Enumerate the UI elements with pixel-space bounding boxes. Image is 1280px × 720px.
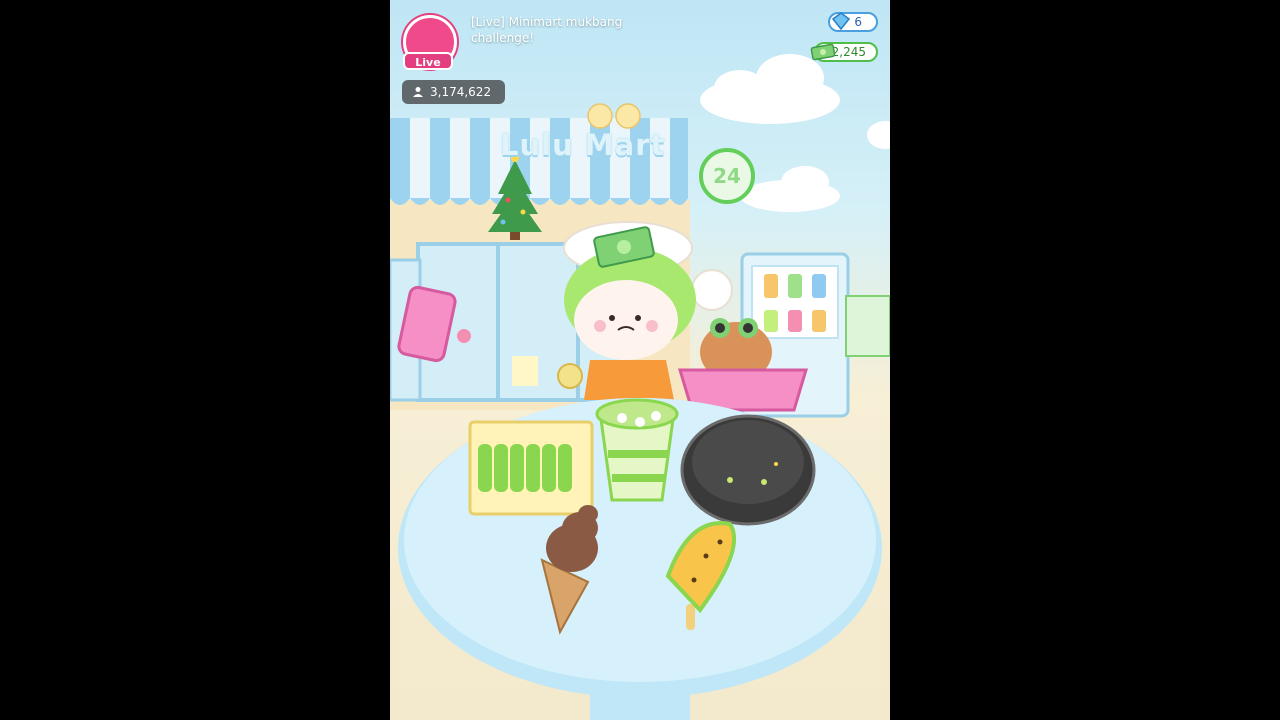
cloud: [740, 166, 840, 212]
live-badge: Live: [403, 52, 453, 70]
hours-24-badge: 24: [699, 148, 755, 204]
cloud: [700, 54, 840, 124]
empty-dark-bowl[interactable]: [680, 414, 816, 526]
stream-title: [Live] Minimart mukbang challenge!: [471, 15, 623, 45]
user-icon: [413, 87, 423, 97]
gem-count: 6: [854, 15, 862, 29]
cash-count: 2,245: [831, 45, 866, 59]
gem-icon: [832, 12, 850, 30]
matcha-parfait-cup[interactable]: [595, 398, 679, 502]
cash-icon: [810, 43, 836, 61]
store-scene: [390, 54, 890, 720]
viewer-count: 3,174,622: [430, 85, 492, 99]
store-sign: Lulu Mart: [500, 128, 666, 162]
viewer-count-badge: 3,174,622: [402, 80, 506, 104]
green-pocky-box[interactable]: [468, 420, 594, 516]
cloud: [867, 121, 890, 149]
game-screen: Live [Live] Minimart mukbang challenge! …: [390, 0, 890, 720]
